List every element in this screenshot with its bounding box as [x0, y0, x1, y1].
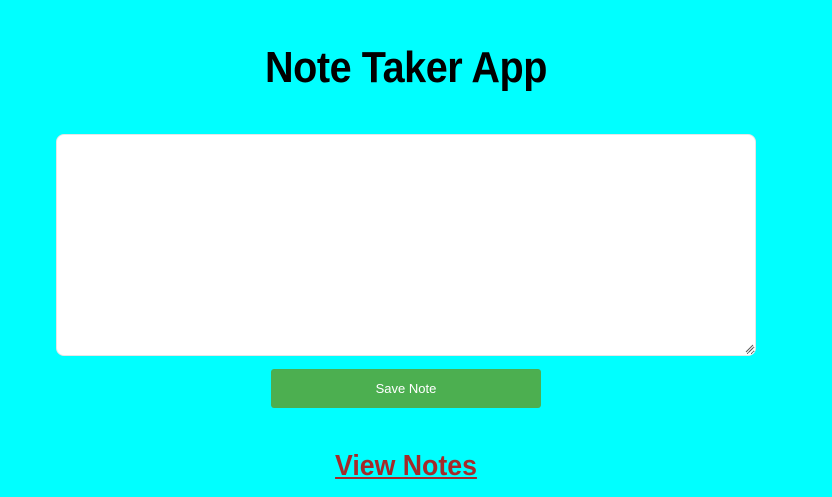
save-note-button[interactable]: Save Note: [271, 369, 541, 408]
note-textarea[interactable]: [56, 134, 756, 356]
view-notes-link[interactable]: View Notes: [32, 446, 779, 486]
page-title: Note Taker App: [265, 43, 547, 92]
